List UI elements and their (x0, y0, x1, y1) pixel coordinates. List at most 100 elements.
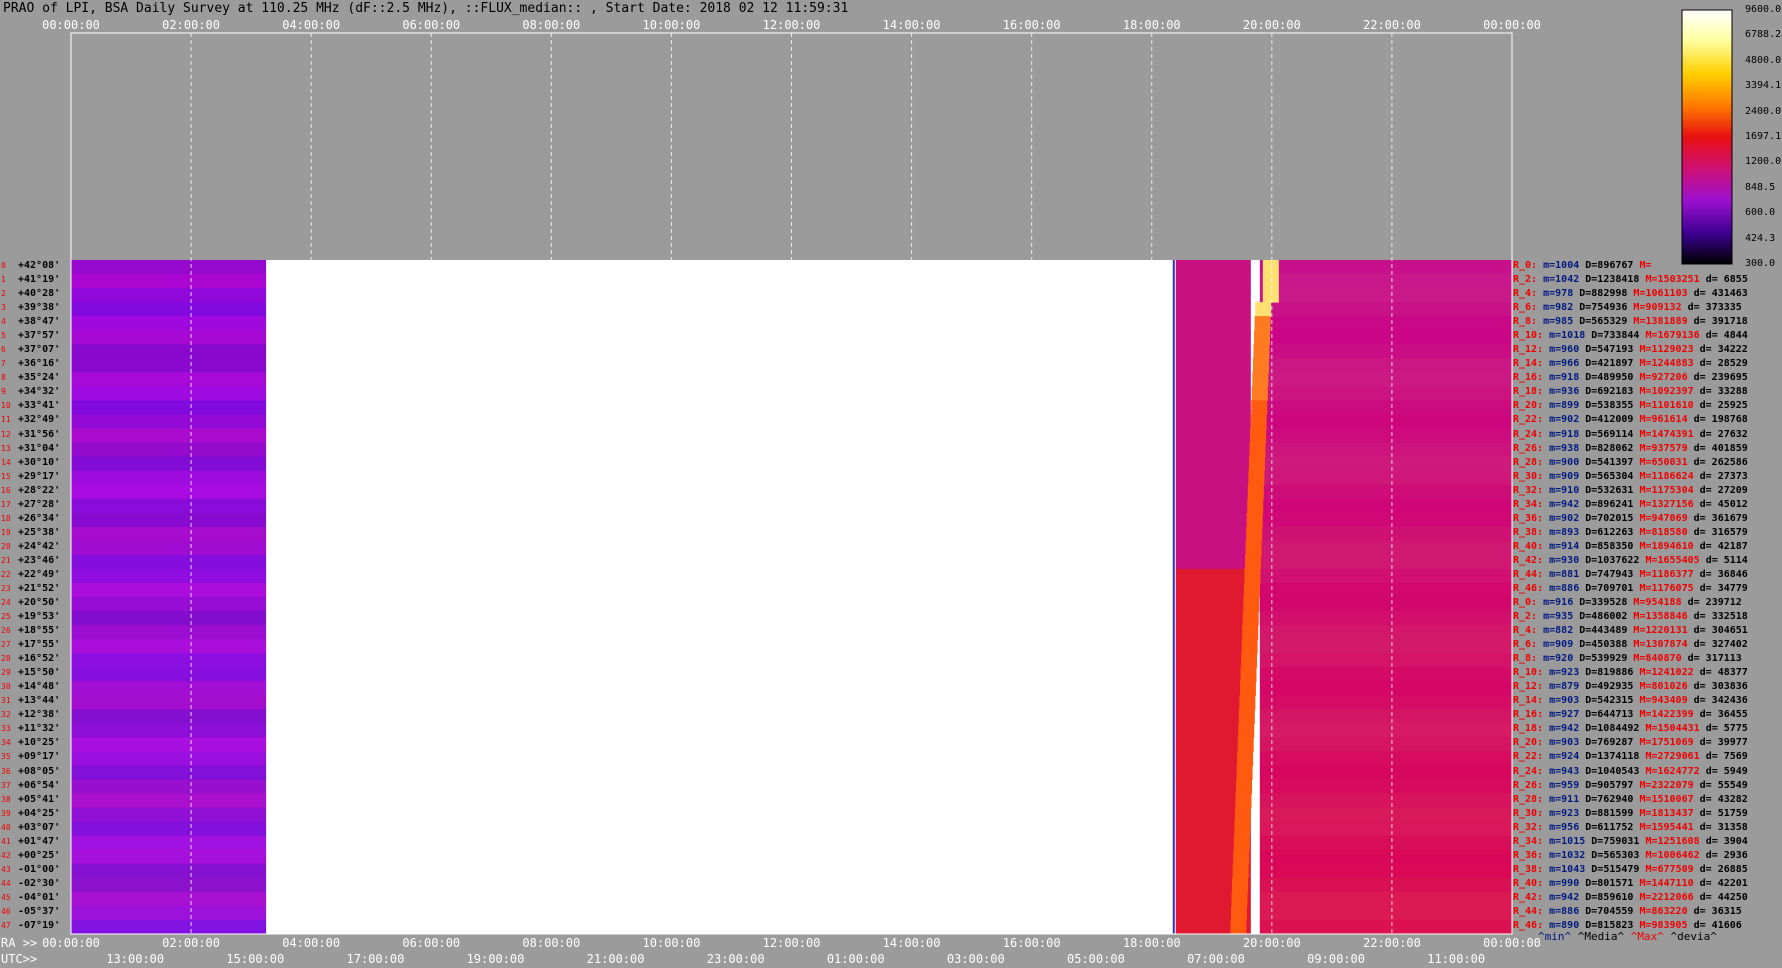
legend-devia: ^devia^ (1670, 930, 1717, 943)
row-stat-m: m=902 (1549, 512, 1586, 524)
source-streak (1242, 611, 1259, 626)
heatmap-row-left (71, 540, 267, 556)
utc-axis-tick-label: 07:00:00 (1187, 952, 1245, 966)
row-index: 46 (1, 906, 11, 916)
row-stat-D: D=882998 (1579, 288, 1634, 300)
row-stat-M: M=1101610 (1639, 400, 1700, 412)
row-stat-D: D=896767 (1585, 260, 1640, 271)
declination-label: +05°41' (18, 793, 61, 805)
heatmap-row-right (1259, 498, 1512, 514)
row-stat-M: M=1510067 (1639, 793, 1700, 805)
row-stat-m: m=943 (1549, 765, 1586, 777)
row-stat-d: d= 3904 (1705, 835, 1748, 847)
row-stat-r: R_24: (1513, 428, 1550, 440)
heatmap-row-right (1259, 723, 1512, 738)
source-streak (1234, 821, 1251, 837)
source-streak (1255, 302, 1272, 317)
heatmap-row-right (1259, 653, 1512, 668)
row-stat-d: d= 42201 (1699, 877, 1748, 889)
row-stat-r: R_32: (1513, 484, 1550, 496)
row-stat-d: d= 4844 (1705, 330, 1748, 342)
declination-label: +19°53' (18, 611, 61, 623)
row-stat-r: R_10: (1513, 667, 1550, 679)
row-stat-d: d= 27209 (1699, 484, 1748, 496)
source-streak (1231, 891, 1248, 907)
declination-label: +31°56' (18, 428, 61, 440)
row-stat-m: m=966 (1549, 358, 1586, 370)
row-stat-D: D=702015 (1585, 512, 1640, 524)
row-stat: R_16: m=927 D=644713 M=1422399 d= 36455 (1513, 710, 1748, 720)
row-stat-r: R_4: (1513, 625, 1544, 637)
heatmap-row-right (1259, 316, 1512, 331)
ra-axis-tick-label: 02:00:00 (162, 936, 220, 950)
colorbar-tick-label: 848.5 (1745, 181, 1776, 193)
heatmap-row-left (71, 709, 267, 724)
row-stat-M: M=1813437 (1639, 807, 1700, 819)
heatmap-row-left (71, 639, 267, 654)
row-stat: R_44: m=881 D=747943 M=1186377 d= 36846 (1513, 569, 1748, 580)
heatmap-row-right (1259, 344, 1512, 359)
row-index: 7 (1, 359, 6, 369)
row-stat-m: m=942 (1549, 723, 1586, 735)
row-stat-m: m=900 (1549, 456, 1586, 468)
heatmap-row-right (1259, 372, 1512, 387)
row-index: 4 (1, 317, 6, 327)
heatmap-row-strip (1175, 667, 1251, 682)
heatmap-row-right (1259, 639, 1512, 654)
row-stat-D: D=532631 (1585, 484, 1640, 496)
heatmap-row-left (71, 751, 267, 766)
row-stat-D: D=611752 (1585, 821, 1640, 833)
heatmap-row-right (1259, 428, 1512, 444)
row-stat-D: D=828062 (1585, 442, 1640, 454)
row-stat-r: R_12: (1513, 681, 1550, 693)
row-stat-M: M=1381889 (1633, 316, 1694, 328)
row-stat-m: m=942 (1549, 498, 1586, 510)
row-stat-m: m=899 (1549, 400, 1586, 412)
heatmap-row-strip (1175, 386, 1251, 401)
declination-label: -05°37' (18, 905, 61, 917)
row-stat-m: m=1018 (1549, 330, 1592, 342)
source-streak (1241, 639, 1258, 654)
row-stat-d: d= 34222 (1699, 344, 1748, 356)
declination-label: +01°47' (18, 835, 61, 847)
heatmap-row-right (1259, 386, 1512, 401)
declination-label: +32°49' (18, 414, 61, 426)
declination-label: -07°19' (18, 919, 61, 931)
row-stat-D: D=733844 (1591, 330, 1646, 342)
heatmap-row-left (71, 414, 267, 429)
row-stat-M: M=1422399 (1639, 709, 1700, 721)
row-stat-M: M=1092397 (1639, 386, 1700, 398)
row-stat-d: d= 36315 (1693, 905, 1742, 917)
source-streak (1247, 484, 1264, 500)
row-stat-m: m=959 (1549, 779, 1586, 791)
row-stat: R_2: m=1042 D=1238418 M=1503251 d= 6855 (1513, 275, 1748, 285)
row-index: 42 (1, 850, 11, 860)
heatmap-row-right (1259, 274, 1512, 289)
row-stat-r: R_42: (1513, 891, 1550, 903)
row-stat-m: m=923 (1549, 667, 1586, 679)
heatmap-row-left (71, 667, 267, 682)
heatmap-row-left (71, 428, 267, 444)
row-stat-D: D=565329 (1579, 316, 1634, 328)
row-stat-D: D=1037622 (1585, 554, 1646, 566)
row-stat-d: d= 25925 (1699, 400, 1748, 412)
heatmap-row-right (1259, 358, 1512, 373)
row-stat-r: R_16: (1513, 372, 1550, 384)
row-stat-m: m=985 (1543, 316, 1580, 328)
row-stat-r: R_26: (1513, 442, 1550, 454)
heatmap-row-right (1259, 582, 1512, 598)
row-stat-M: M=1186624 (1639, 470, 1700, 482)
row-stat: R_6: m=909 D=450388 M=1307874 d= 327402 (1513, 640, 1748, 650)
row-stat-M: M=943409 (1639, 695, 1694, 707)
row-stat-d: d= 391718 (1693, 316, 1748, 328)
heatmap-row-left (71, 288, 267, 303)
declination-label: +11°32' (18, 723, 61, 735)
heatmap-row-left (71, 625, 267, 640)
row-stat-M: M=1176075 (1639, 582, 1700, 594)
legend-min: ^min^ (1538, 930, 1572, 943)
row-stat-M: M=1504431 (1645, 723, 1706, 735)
row-stat-M: M=1244883 (1639, 358, 1700, 370)
row-stat-D: D=819886 (1585, 667, 1640, 679)
row-index: 0 (1, 261, 6, 270)
row-stat-d: d= 39977 (1699, 737, 1748, 749)
